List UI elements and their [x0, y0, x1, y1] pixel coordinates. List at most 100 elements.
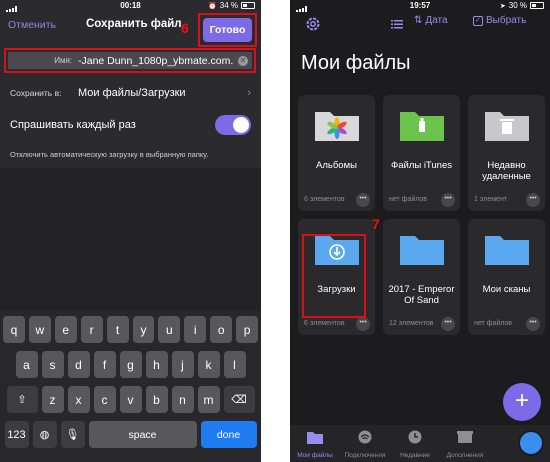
more-icon[interactable]: ••• — [441, 193, 455, 207]
tab-connections[interactable]: Подключения — [340, 425, 390, 462]
key-q[interactable]: q — [2, 316, 25, 343]
status-bar: 00:18 ⏰ 34 % — [0, 0, 261, 12]
more-icon[interactable]: ••• — [526, 193, 540, 207]
key-l[interactable]: l — [223, 351, 246, 378]
key-k[interactable]: k — [197, 351, 220, 378]
hint-text: Отключить автоматическую загрузку в выбр… — [10, 150, 209, 159]
key-d[interactable]: d — [67, 351, 90, 378]
more-icon[interactable]: ••• — [356, 193, 370, 207]
backspace-key[interactable]: ⌫ — [223, 386, 255, 413]
tab-bar: Мои файлы Подключения Недавние Дополнени… — [290, 425, 550, 462]
compass-icon[interactable] — [518, 430, 544, 456]
key-s[interactable]: s — [41, 351, 64, 378]
add-button[interactable]: + — [503, 383, 541, 421]
folder-tile-itunes[interactable]: Файлы iTunes нет файлов ••• — [383, 95, 460, 211]
tab-extras[interactable]: Дополнения — [440, 425, 490, 462]
folder-icon — [307, 432, 323, 444]
save-location-label: Сохранить в: — [10, 88, 62, 98]
select-label: Выбрать — [486, 15, 527, 26]
key-t[interactable]: t — [106, 316, 129, 343]
key-u[interactable]: u — [158, 316, 181, 343]
key-j[interactable]: j — [171, 351, 194, 378]
key-a[interactable]: a — [15, 351, 38, 378]
battery-percent: 30 % — [508, 1, 527, 10]
folder-tile-my-scans[interactable]: Мои сканы нет файлов ••• — [468, 219, 545, 335]
key-z[interactable]: z — [41, 386, 64, 413]
shift-key[interactable]: ⇧ — [6, 386, 38, 413]
folder-tile-recently-deleted[interactable]: Недавно удаленные 1 элемент ••• — [468, 95, 545, 211]
space-key[interactable]: space — [88, 421, 197, 448]
key-h[interactable]: h — [145, 351, 168, 378]
cancel-button[interactable]: Отменить — [8, 19, 56, 31]
key-p[interactable]: p — [236, 316, 259, 343]
filename-field[interactable]: Имя: -Jane Dunn_1080p_ybmate.com.r ✕ — [8, 52, 252, 69]
key-e[interactable]: e — [54, 316, 77, 343]
gear-icon[interactable] — [305, 16, 321, 32]
tab-label: Недавние — [400, 452, 430, 459]
sort-icon: ⇅ — [414, 15, 423, 26]
toolbar: ⇅ Дата ✓ Выбрать — [290, 12, 550, 45]
more-icon[interactable]: ••• — [526, 317, 540, 331]
wifi-icon — [358, 430, 372, 444]
more-icon[interactable]: ••• — [441, 317, 455, 331]
filename-input[interactable]: -Jane Dunn_1080p_ybmate.com.r — [78, 55, 234, 67]
folder-tile-albums[interactable]: Альбомы 6 элементов ••• — [298, 95, 375, 211]
tab-recent[interactable]: Недавние — [390, 425, 440, 462]
keyboard-row-4: 123 ◍ 🎙 space done — [3, 421, 258, 448]
keyboard-done-key[interactable]: done — [200, 421, 257, 448]
store-icon — [457, 431, 473, 443]
key-r[interactable]: r — [80, 316, 103, 343]
save-location-row[interactable]: Сохранить в: Мои файлы/Загрузки › — [0, 80, 261, 106]
photos-folder-icon — [315, 112, 359, 141]
keyboard-row-3: ⇧ zxcvbnm ⌫ — [3, 386, 258, 413]
key-m[interactable]: m — [197, 386, 220, 413]
done-highlight: Готово — [198, 13, 257, 47]
tile-count: 6 элементов — [304, 196, 345, 203]
globe-key[interactable]: ◍ — [32, 421, 57, 448]
key-g[interactable]: g — [119, 351, 142, 378]
battery-icon — [530, 2, 544, 9]
key-n[interactable]: n — [171, 386, 194, 413]
done-button[interactable]: Готово — [203, 18, 252, 42]
key-o[interactable]: o — [210, 316, 233, 343]
numbers-key[interactable]: 123 — [4, 421, 29, 448]
tab-my-files[interactable]: Мои файлы — [290, 425, 340, 462]
alarm-icon: ⏰ — [208, 2, 217, 10]
location-icon: ➤ — [499, 2, 506, 10]
tile-name: Мои сканы — [482, 284, 531, 295]
save-location-value: Мои файлы/Загрузки — [78, 87, 186, 99]
tile-count: 6 элементов — [304, 320, 345, 327]
keyboard: qwertyuiop asdfghjkl ⇧ zxcvbnm ⌫ 123 ◍ 🎙… — [0, 310, 261, 462]
folder-icon — [400, 236, 444, 265]
key-v[interactable]: v — [119, 386, 142, 413]
folder-tile-emperor-of-sand[interactable]: 2017 - Emperor Of Sand 12 элементов ••• — [383, 219, 460, 335]
chevron-right-icon: › — [247, 87, 251, 99]
key-w[interactable]: w — [28, 316, 51, 343]
tile-name: Альбомы — [316, 160, 357, 171]
itunes-folder-icon — [400, 112, 444, 141]
tile-count: 1 элемент — [474, 196, 508, 203]
mic-key[interactable]: 🎙 — [60, 421, 85, 448]
key-f[interactable]: f — [93, 351, 116, 378]
empty-area — [0, 168, 261, 310]
keyboard-row-2: asdfghjkl — [3, 351, 258, 378]
key-c[interactable]: c — [93, 386, 116, 413]
trash-folder-icon — [485, 112, 529, 141]
status-bar: 19:57 ➤ 30 % — [290, 0, 550, 12]
key-b[interactable]: b — [145, 386, 168, 413]
list-view-icon[interactable] — [391, 19, 403, 29]
step-marker-7: 7 — [372, 216, 380, 232]
more-icon[interactable]: ••• — [356, 317, 370, 331]
select-button[interactable]: ✓ Выбрать — [473, 15, 526, 26]
clock-icon — [408, 430, 422, 444]
filename-highlight: Имя: -Jane Dunn_1080p_ybmate.com.r ✕ — [4, 48, 256, 73]
key-x[interactable]: x — [67, 386, 90, 413]
tile-name: Файлы iTunes — [391, 160, 452, 171]
clear-icon[interactable]: ✕ — [238, 55, 248, 66]
tile-count: нет файлов — [389, 196, 428, 203]
battery-icon — [241, 2, 255, 9]
key-y[interactable]: y — [132, 316, 155, 343]
ask-every-time-toggle[interactable] — [215, 115, 251, 135]
key-i[interactable]: i — [184, 316, 207, 343]
sort-button[interactable]: ⇅ Дата — [414, 15, 448, 26]
